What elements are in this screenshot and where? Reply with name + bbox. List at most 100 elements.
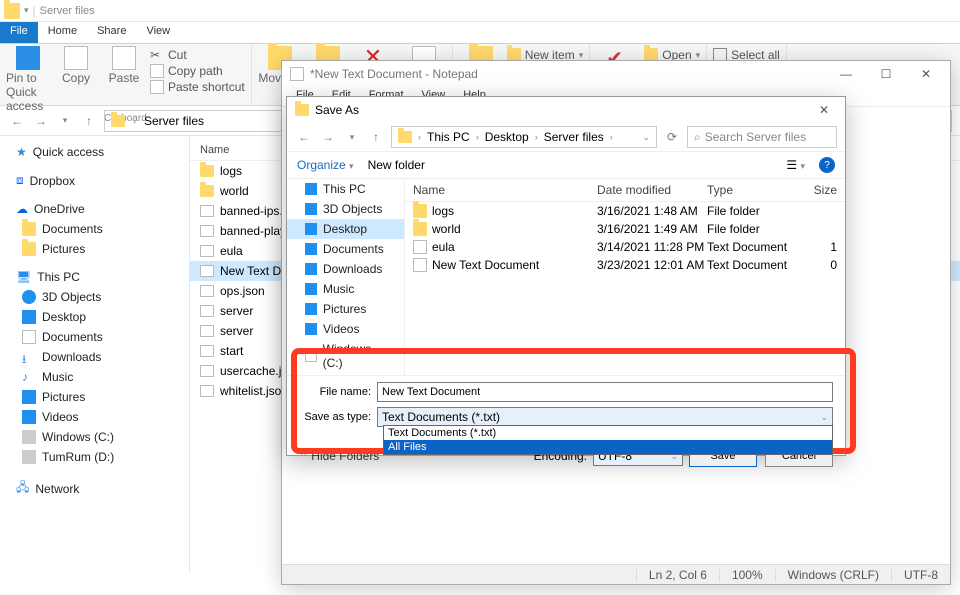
- col-size[interactable]: Size: [797, 183, 837, 197]
- tab-home[interactable]: Home: [38, 22, 87, 43]
- paste-shortcut-button[interactable]: Paste shortcut: [150, 80, 245, 94]
- file-icon: [200, 265, 214, 277]
- saveas-nav-item[interactable]: Downloads: [287, 259, 404, 279]
- nav-videos[interactable]: Videos: [0, 407, 189, 427]
- file-icon: [200, 345, 214, 357]
- view-options-button[interactable]: ☰ ▾: [786, 158, 805, 172]
- organize-button[interactable]: Organize ▾: [297, 158, 354, 172]
- nav-icon: [305, 203, 317, 215]
- forward-button[interactable]: →: [319, 128, 337, 146]
- tab-file[interactable]: File: [0, 22, 38, 43]
- saveas-nav-item[interactable]: 3D Objects: [287, 199, 404, 219]
- nav-desktop[interactable]: Desktop: [0, 307, 189, 327]
- type-option-txt[interactable]: Text Documents (*.txt): [384, 426, 832, 440]
- navigation-pane: ★Quick access ⧈Dropbox ☁OneDrive Documen…: [0, 136, 190, 573]
- filename-label: File name:: [299, 386, 377, 398]
- saveas-nav-item[interactable]: Windows (C:): [287, 339, 404, 373]
- copy-path-button[interactable]: Copy path: [150, 64, 245, 78]
- nav-quick-access[interactable]: ★Quick access: [0, 142, 189, 162]
- up-button[interactable]: ↑: [80, 112, 98, 130]
- nav-this-pc[interactable]: 🖥This PC: [0, 267, 189, 287]
- file-icon: [200, 305, 214, 317]
- download-icon: ⭳: [22, 350, 36, 364]
- shortcut-icon: [150, 80, 164, 94]
- breadcrumb-item[interactable]: Server files: [144, 114, 204, 128]
- saveas-nav-item[interactable]: Videos: [287, 319, 404, 339]
- saveas-nav-item[interactable]: Documents: [287, 239, 404, 259]
- objects-icon: [22, 290, 36, 304]
- tab-view[interactable]: View: [136, 22, 180, 43]
- recent-button[interactable]: ▾: [56, 112, 74, 130]
- saveas-nav-item[interactable]: Desktop: [287, 219, 404, 239]
- folder-icon: [200, 185, 214, 197]
- copy-label: Copy: [62, 71, 90, 85]
- nav-network[interactable]: 🖧Network: [0, 475, 189, 502]
- back-button[interactable]: ←: [8, 112, 26, 130]
- saveas-nav-item[interactable]: Music: [287, 279, 404, 299]
- cut-button[interactable]: ✂Cut: [150, 48, 245, 62]
- videos-icon: [22, 410, 36, 424]
- drive-icon: [22, 430, 36, 444]
- drive-icon: [22, 450, 36, 464]
- file-icon: [200, 245, 214, 257]
- refresh-button[interactable]: ⟳: [663, 128, 681, 146]
- nav-tumrum-d[interactable]: TumRum (D:): [0, 447, 189, 467]
- nav-icon: [305, 350, 317, 362]
- minimize-button[interactable]: —: [826, 61, 866, 87]
- maximize-button[interactable]: ☐: [866, 61, 906, 87]
- back-button[interactable]: ←: [295, 128, 313, 146]
- nav-pictures2[interactable]: Pictures: [0, 387, 189, 407]
- close-button[interactable]: ✕: [906, 61, 946, 87]
- new-folder-button[interactable]: New folder: [368, 158, 425, 172]
- breadcrumb-item[interactable]: This PC: [427, 130, 470, 144]
- saveas-toolbar: Organize ▾ New folder ☰ ▾ ?: [287, 151, 845, 179]
- saveas-file-row[interactable]: world3/16/2021 1:49 AMFile folder: [405, 220, 845, 238]
- file-icon: [200, 365, 214, 377]
- pin-button[interactable]: Pin to Quick access: [6, 46, 50, 113]
- hide-folders-button[interactable]: ⌃ Hide Folders: [299, 449, 379, 463]
- savetype-combo[interactable]: Text Documents (*.txt) ⌄: [377, 407, 833, 427]
- copy-button[interactable]: Copy: [54, 46, 98, 85]
- forward-button[interactable]: →: [32, 112, 50, 130]
- saveas-search-input[interactable]: ⌕ Search Server files: [687, 126, 837, 148]
- network-icon: 🖧: [16, 478, 29, 499]
- nav-documents[interactable]: Documents: [0, 219, 189, 239]
- pin-label: Pin to Quick access: [6, 71, 50, 113]
- documents-icon: [22, 330, 36, 344]
- notepad-title: *New Text Document - Notepad: [310, 67, 478, 81]
- recent-button[interactable]: ▾: [343, 128, 361, 146]
- paste-button[interactable]: Paste: [102, 46, 146, 85]
- nav-onedrive[interactable]: ☁OneDrive: [0, 199, 189, 219]
- nav-music[interactable]: ♪Music: [0, 367, 189, 387]
- saveas-nav-item[interactable]: This PC: [287, 179, 404, 199]
- nav-downloads[interactable]: ⭳Downloads: [0, 347, 189, 367]
- filename-input[interactable]: [377, 382, 833, 402]
- type-option-all[interactable]: All Files: [384, 440, 832, 454]
- nav-pictures[interactable]: Pictures: [0, 239, 189, 259]
- breadcrumb-item[interactable]: Desktop: [485, 130, 529, 144]
- qat-down[interactable]: ▾: [24, 5, 29, 16]
- nav-windows-c[interactable]: Windows (C:): [0, 427, 189, 447]
- nav-3d-objects[interactable]: 3D Objects: [0, 287, 189, 307]
- savetype-dropdown: Text Documents (*.txt) All Files: [383, 425, 833, 455]
- tab-share[interactable]: Share: [87, 22, 136, 43]
- close-button[interactable]: ✕: [809, 99, 839, 121]
- saveas-file-row[interactable]: eula3/14/2021 11:28 PMText Document1: [405, 238, 845, 256]
- folder-icon: [22, 222, 36, 236]
- breadcrumb-item[interactable]: Server files: [544, 130, 604, 144]
- col-type[interactable]: Type: [707, 183, 797, 197]
- col-date[interactable]: Date modified: [597, 183, 707, 197]
- pictures-icon: [22, 390, 36, 404]
- nav-documents2[interactable]: Documents: [0, 327, 189, 347]
- nav-dropbox[interactable]: ⧈Dropbox: [0, 170, 189, 191]
- saveas-file-row[interactable]: New Text Document3/23/2021 12:01 AMText …: [405, 256, 845, 274]
- up-button[interactable]: ↑: [367, 128, 385, 146]
- saveas-address-bar[interactable]: › This PC› Desktop› Server files› ⌄: [391, 126, 657, 148]
- folder-icon: [413, 222, 427, 236]
- saveas-nav-item[interactable]: Pictures: [287, 299, 404, 319]
- col-name[interactable]: Name: [413, 183, 597, 197]
- help-button[interactable]: ?: [819, 157, 835, 173]
- saveas-file-row[interactable]: logs3/16/2021 1:48 AMFile folder: [405, 202, 845, 220]
- folder-icon: [22, 242, 36, 256]
- chevron-down-icon[interactable]: ⌄: [642, 132, 650, 143]
